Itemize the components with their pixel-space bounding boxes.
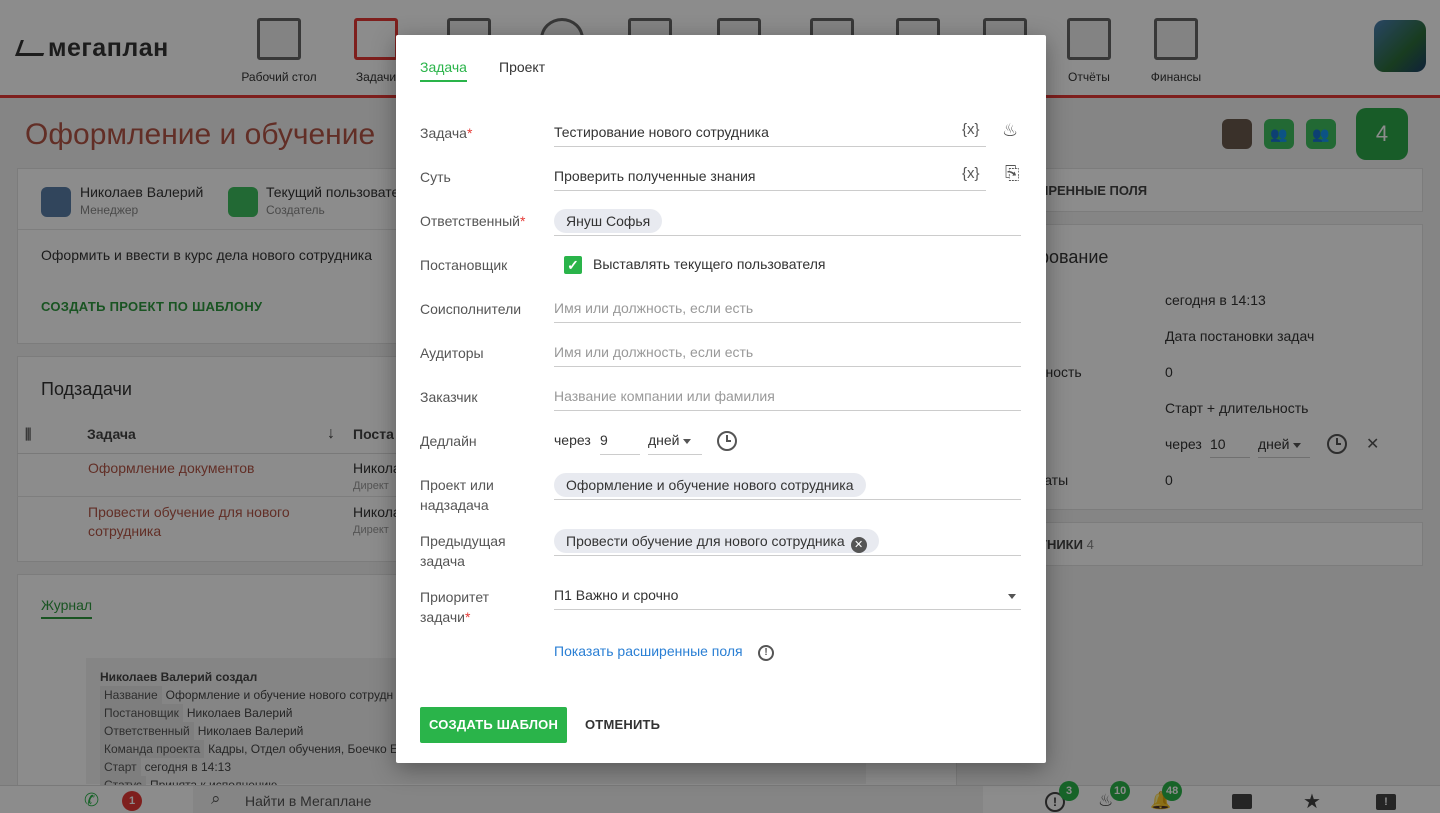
task-name-input[interactable]: Тестирование нового сотрудника xyxy=(554,121,986,147)
coexecutors-label: Соисполнители xyxy=(420,301,522,317)
previous-task-label: Предыдущая задача xyxy=(420,531,506,571)
task-label-text: Задача xyxy=(420,125,467,141)
project-chip[interactable]: Оформление и обучение нового сотрудника xyxy=(554,473,866,497)
chevron-down-icon xyxy=(683,438,692,444)
previous-label-line1: Предыдущая xyxy=(420,533,506,549)
required-mark: * xyxy=(519,213,526,229)
priority-value: П1 Важно и срочно xyxy=(554,587,679,603)
fire-icon[interactable]: ♨ xyxy=(1002,120,1018,141)
deadline-unit-select[interactable]: дней xyxy=(648,429,702,455)
essence-value: Проверить полученные знания xyxy=(554,168,756,184)
task-name-value: Тестирование нового сотрудника xyxy=(554,124,769,140)
project-label-line2: надзадача xyxy=(420,497,489,513)
cancel-button[interactable]: ОТМЕНИТЬ xyxy=(585,707,660,743)
clock-icon[interactable] xyxy=(717,431,737,451)
setter-checkbox-label[interactable]: Выставлять текущего пользователя xyxy=(593,256,826,272)
essence-label: Суть xyxy=(420,169,451,185)
deadline-label: Дедлайн xyxy=(420,433,477,449)
priority-label: Приоритет задачи* xyxy=(420,587,489,627)
priority-label-line2: задачи xyxy=(420,609,465,625)
responsible-chip[interactable]: Януш Софья xyxy=(554,209,663,233)
task-label: Задача* xyxy=(420,123,472,143)
show-extended-fields-link[interactable]: Показать расширенные поля xyxy=(554,643,743,659)
project-input[interactable]: Оформление и обучение нового сотрудника xyxy=(554,473,1021,500)
variable-icon[interactable]: {x} xyxy=(962,121,980,138)
required-mark: * xyxy=(464,609,471,625)
deadline-number-input[interactable]: 9 xyxy=(600,429,640,455)
previous-label-line2: задача xyxy=(420,553,465,569)
deadline-prefix: через xyxy=(554,432,591,448)
paperclip-icon[interactable]: ⎘ xyxy=(1005,163,1019,184)
create-template-button[interactable]: СОЗДАТЬ ШАБЛОН xyxy=(420,707,567,743)
previous-task-input[interactable]: Провести обучение для нового сотрудника ✕ xyxy=(554,529,1021,556)
auditors-label: Аудиторы xyxy=(420,345,484,361)
required-mark: * xyxy=(466,125,473,141)
customer-input[interactable]: Название компании или фамилия xyxy=(554,385,1021,411)
project-label-line1: Проект или xyxy=(420,477,494,493)
setter-label: Постановщик xyxy=(420,257,508,273)
create-template-dialog: Задача Проект Задача* Тестирование новог… xyxy=(396,35,1046,763)
previous-task-chip-text: Провести обучение для нового сотрудника xyxy=(566,533,845,549)
deadline-unit-value: дней xyxy=(648,432,680,448)
customer-label: Заказчик xyxy=(420,389,478,405)
remove-chip-icon[interactable]: ✕ xyxy=(850,537,867,553)
responsible-label-text: Ответственный xyxy=(420,213,520,229)
essence-input[interactable]: Проверить полученные знания xyxy=(554,165,986,191)
previous-task-chip[interactable]: Провести обучение для нового сотрудника ✕ xyxy=(554,529,879,553)
coexecutors-input[interactable]: Имя или должность, если есть xyxy=(554,297,1021,323)
tab-task[interactable]: Задача xyxy=(420,59,467,82)
project-label: Проект или надзадача xyxy=(420,475,494,515)
chevron-down-icon xyxy=(1008,594,1016,599)
info-icon[interactable]: ! xyxy=(758,645,774,661)
responsible-input[interactable]: Януш Софья xyxy=(554,209,1021,236)
auditors-input[interactable]: Имя или должность, если есть xyxy=(554,341,1021,367)
tab-project[interactable]: Проект xyxy=(499,59,545,80)
priority-label-line1: Приоритет xyxy=(420,589,490,605)
responsible-label: Ответственный* xyxy=(420,211,525,231)
checkbox-icon[interactable]: ✓ xyxy=(564,256,582,274)
priority-select[interactable]: П1 Важно и срочно xyxy=(554,584,1021,610)
variable-icon[interactable]: {x} xyxy=(962,165,980,182)
